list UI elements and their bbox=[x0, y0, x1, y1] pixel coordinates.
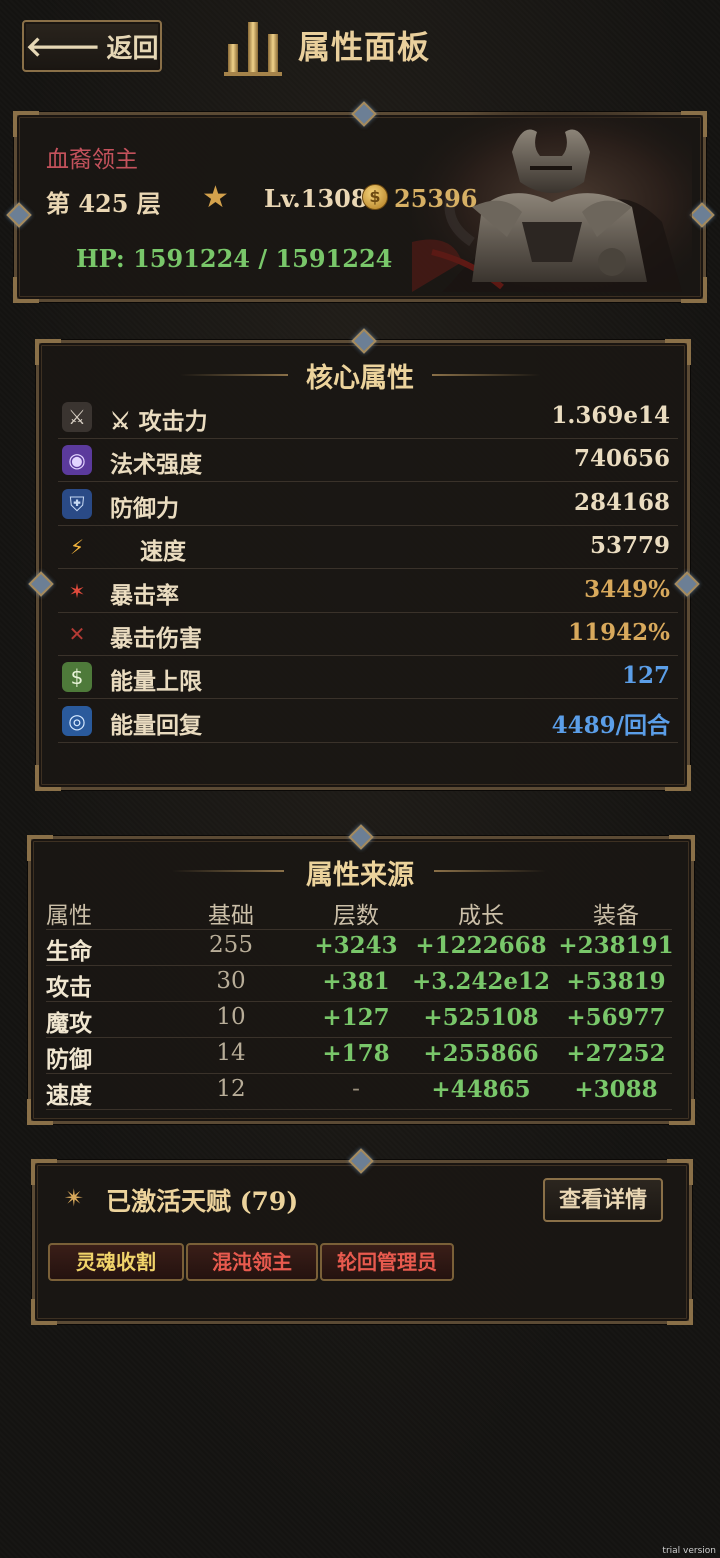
column-header: 成长 bbox=[458, 903, 504, 929]
table-row: 攻击 30 +381 +3.242e12 +53819 bbox=[46, 965, 672, 1002]
bar-chart-icon bbox=[224, 22, 282, 76]
page-title: 属性面板 bbox=[298, 28, 431, 66]
stat-value: 1.369e14 bbox=[551, 402, 670, 429]
table-row: 防御 14 +178 +255866 +27252 bbox=[46, 1037, 672, 1074]
talent-tag[interactable]: 混沌领主 bbox=[186, 1243, 318, 1281]
table-cell: 12 bbox=[216, 1076, 246, 1102]
arrow-left-icon: 🡐 bbox=[25, 30, 101, 63]
stat-value: 284168 bbox=[573, 488, 670, 516]
stat-label: ⚔ 攻击力 bbox=[110, 408, 208, 435]
stat-row: ◎ 能量回复 4489/回合 bbox=[58, 700, 678, 743]
view-details-button[interactable]: 查看详情 bbox=[543, 1178, 663, 1222]
row-label: 攻击 bbox=[46, 974, 92, 1001]
sparkle-icon: ✴ bbox=[64, 1184, 85, 1212]
stat-label: 法术强度 bbox=[110, 451, 202, 479]
table-row: 速度 12 - +44865 +3088 bbox=[46, 1073, 672, 1110]
table-cell: 14 bbox=[216, 1040, 246, 1066]
watermark: trial version bbox=[662, 1546, 716, 1556]
stat-label: 暴击率 bbox=[110, 581, 179, 609]
back-label: 返回 bbox=[106, 33, 159, 64]
table-cell: 255 bbox=[209, 932, 253, 958]
table-cell: - bbox=[352, 1076, 360, 1102]
table-cell: +3088 bbox=[574, 1076, 658, 1103]
stat-row: ⛨ 防御力 284168 bbox=[58, 483, 678, 526]
stat-value: 11942% bbox=[568, 619, 670, 646]
stat-row: ✶ 暴击率 3449% bbox=[58, 570, 678, 613]
column-header: 装备 bbox=[593, 903, 639, 929]
column-header: 基础 bbox=[208, 903, 254, 929]
character-name: 血裔领主 bbox=[46, 147, 138, 173]
gold-amount: 25396 bbox=[394, 184, 478, 213]
stat-row: ◉ 法术强度 740656 bbox=[58, 439, 678, 483]
gold-coin-icon: $ bbox=[362, 184, 388, 210]
stat-label: 能量上限 bbox=[110, 668, 202, 696]
row-label: 速度 bbox=[46, 1082, 92, 1109]
hp-value: HP: 1591224 / 1591224 bbox=[76, 244, 393, 273]
stat-row: ⚔ ⚔ 攻击力 1.369e14 bbox=[58, 396, 678, 439]
stat-value: 53779 bbox=[589, 532, 670, 560]
stat-value: 127 bbox=[621, 662, 670, 690]
column-header: 层数 bbox=[333, 903, 379, 929]
stat-label: 速度 bbox=[140, 538, 186, 566]
table-cell: +238191 bbox=[558, 932, 674, 959]
vortex-icon: ◎ bbox=[62, 705, 92, 736]
attribute-source-title: 属性来源 bbox=[306, 860, 414, 891]
table-cell: +3.242e12 bbox=[412, 968, 550, 995]
talent-tag[interactable]: 轮回管理员 bbox=[320, 1243, 454, 1281]
magic-orb-icon: ◉ bbox=[62, 445, 92, 476]
crit-burst-icon: ✶ bbox=[68, 578, 86, 603]
table-cell: 10 bbox=[216, 1004, 246, 1030]
stat-row: $ 能量上限 127 bbox=[58, 656, 678, 700]
stat-row: ⚡ 速度 53779 bbox=[58, 526, 678, 570]
table-cell: 30 bbox=[216, 968, 246, 994]
money-bag-icon: $ bbox=[62, 662, 92, 693]
row-label: 防御 bbox=[46, 1046, 92, 1073]
talents-title: 已激活天赋 (79) bbox=[106, 1187, 299, 1216]
stat-label: 暴击伤害 bbox=[110, 625, 202, 652]
table-cell: +3243 bbox=[314, 932, 398, 959]
table-cell: +53819 bbox=[566, 968, 666, 995]
stat-value: 3449% bbox=[584, 575, 670, 603]
floor-label: 第 425 层 bbox=[46, 189, 161, 218]
stat-row: ✕ 暴击伤害 11942% bbox=[58, 613, 678, 656]
row-label: 魔攻 bbox=[46, 1010, 92, 1037]
lightning-icon: ⚡ bbox=[69, 535, 85, 560]
column-header: 属性 bbox=[46, 903, 92, 929]
table-row: 生命 255 +3243 +1222668 +238191 bbox=[46, 929, 674, 966]
table-cell: +1222668 bbox=[415, 932, 547, 959]
stat-label: 防御力 bbox=[110, 494, 179, 522]
sword-icon: ⚔ bbox=[62, 402, 92, 432]
crossed-swords-icon: ✕ bbox=[68, 622, 86, 646]
table-cell: +255866 bbox=[423, 1040, 539, 1067]
table-cell: +44865 bbox=[431, 1076, 531, 1103]
back-button[interactable]: 🡐 返回 bbox=[22, 20, 162, 72]
level-label: Lv.1308 bbox=[264, 184, 368, 213]
table-header-row: 属性 基础 层数 成长 装备 bbox=[46, 893, 672, 930]
table-cell: +56977 bbox=[566, 1004, 666, 1031]
table-cell: +27252 bbox=[566, 1040, 666, 1067]
stat-value: 4489/回合 bbox=[551, 711, 670, 739]
stat-label: 能量回复 bbox=[110, 711, 202, 739]
star-icon: ★ bbox=[202, 180, 229, 215]
shield-icon: ⛨ bbox=[62, 488, 92, 519]
row-label: 生命 bbox=[46, 938, 92, 965]
stat-value: 740656 bbox=[573, 445, 670, 473]
table-row: 魔攻 10 +127 +525108 +56977 bbox=[46, 1001, 672, 1038]
table-cell: +127 bbox=[322, 1004, 390, 1031]
talent-tag[interactable]: 灵魂收割 bbox=[48, 1243, 184, 1281]
table-cell: +178 bbox=[322, 1040, 390, 1067]
core-stats-title: 核心属性 bbox=[306, 363, 414, 394]
table-cell: +381 bbox=[322, 968, 390, 995]
table-cell: +525108 bbox=[423, 1004, 539, 1031]
